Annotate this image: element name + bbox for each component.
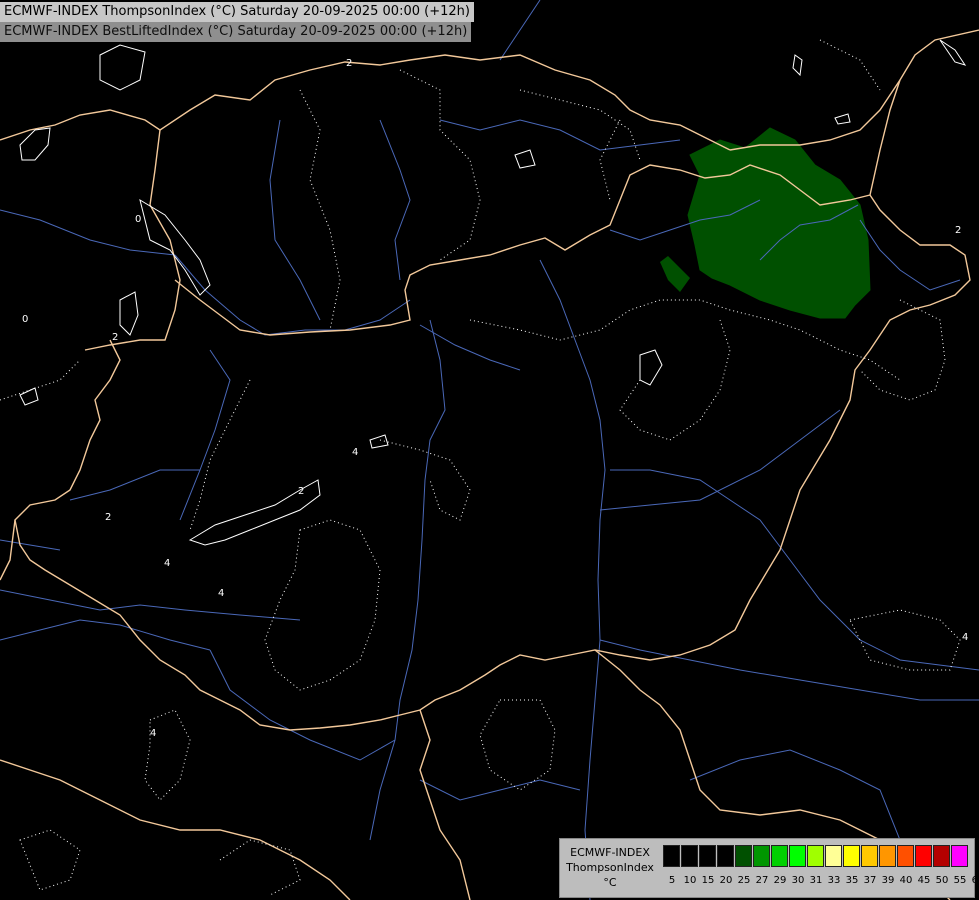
legend-tick-label: 15	[701, 875, 715, 886]
map-title-thompson: ECMWF-INDEX ThompsonIndex (°C) Saturday …	[0, 2, 474, 22]
legend-tick-label: 60	[971, 875, 979, 886]
contour-label: 4	[218, 588, 224, 599]
legend-tick-label: 31	[809, 875, 823, 886]
contour-label: 4	[164, 558, 170, 569]
legend-swatch	[807, 845, 824, 867]
legend-swatch	[897, 845, 914, 867]
legend-swatch	[789, 845, 806, 867]
legend-swatch	[879, 845, 896, 867]
contour-label: 2	[112, 332, 118, 343]
weather-map: 2 2 4 0 0 2 4 2 4 2 4 4	[0, 0, 979, 900]
legend-ticks: 5 10 15 20 25 27 29 30 31 33 35 37 39 40 45 50 55 60	[663, 875, 979, 886]
legend-swatch	[933, 845, 950, 867]
legend-tick-label: 33	[827, 875, 841, 886]
legend-unit: °C	[603, 876, 617, 889]
map-title-lifted: ECMWF-INDEX BestLiftedIndex (°C) Saturda…	[0, 22, 472, 42]
contour-label: 2	[955, 225, 961, 236]
legend-tick-label: 29	[773, 875, 787, 886]
legend-title: ECMWF-INDEX ThompsonIndex °C	[560, 845, 660, 890]
contour-label: 4	[352, 447, 358, 458]
legend-tick-label: 55	[953, 875, 967, 886]
legend-tick-label: 45	[917, 875, 931, 886]
contour-label: 2	[298, 486, 304, 497]
legend-tick-label: 30	[791, 875, 805, 886]
legend-tick-label: 37	[863, 875, 877, 886]
legend-tick-label: 50	[935, 875, 949, 886]
legend-swatch	[825, 845, 842, 867]
legend-swatch	[861, 845, 878, 867]
legend-swatch	[663, 845, 680, 867]
legend-swatches	[663, 845, 969, 867]
legend-swatch	[843, 845, 860, 867]
legend-swatch	[699, 845, 716, 867]
legend-tick-label: 20	[719, 875, 733, 886]
legend-tick-label: 25	[737, 875, 751, 886]
legend-swatch	[753, 845, 770, 867]
color-legend: ECMWF-INDEX ThompsonIndex °C 5 10 15 20 25 27…	[559, 838, 979, 898]
legend-tick-label: 35	[845, 875, 859, 886]
contour-label: 2	[105, 512, 111, 523]
legend-swatch	[681, 845, 698, 867]
contour-label: 0	[135, 214, 141, 225]
legend-swatch	[951, 845, 968, 867]
legend-swatch	[735, 845, 752, 867]
legend-tick-label: 10	[683, 875, 697, 886]
legend-tick-label: 40	[899, 875, 913, 886]
legend-tick-label: 27	[755, 875, 769, 886]
legend-tick-label: 5	[668, 875, 676, 886]
legend-swatch	[717, 845, 734, 867]
contour-label: 4	[150, 728, 156, 739]
legend-swatch	[915, 845, 932, 867]
contour-label: 0	[22, 314, 28, 325]
legend-parameter: ThompsonIndex	[566, 861, 654, 874]
contour-label: 4	[962, 632, 968, 643]
legend-tick-label: 39	[881, 875, 895, 886]
legend-swatch	[771, 845, 788, 867]
legend-model: ECMWF-INDEX	[570, 846, 650, 859]
contour-label: 2	[346, 58, 352, 69]
